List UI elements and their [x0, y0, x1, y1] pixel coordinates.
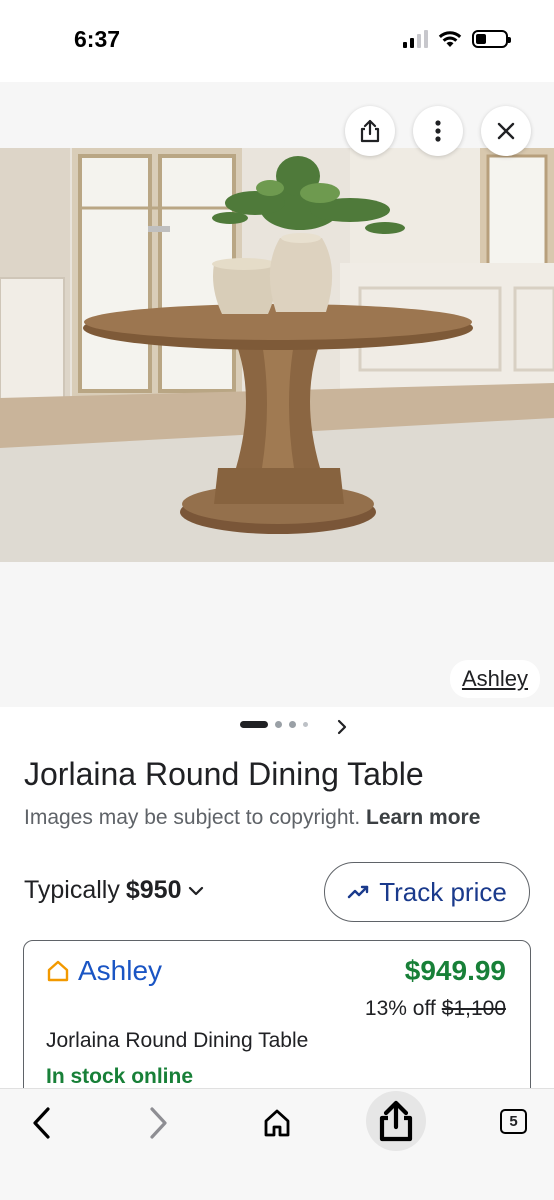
cellular-signal-icon [403, 30, 428, 48]
status-bar: 6:37 [0, 0, 554, 82]
merchant-name[interactable]: Ashley [46, 955, 162, 987]
image-viewer: Ashley [0, 82, 554, 707]
typical-price-prefix: Typically [24, 876, 120, 904]
home-button[interactable] [260, 1103, 294, 1143]
share-page-button[interactable] [366, 1091, 426, 1151]
typical-price-dropdown[interactable]: Typically $950 [24, 876, 204, 905]
share-button[interactable] [345, 106, 395, 156]
copyright-notice: Images may be subject to copyright. Lear… [24, 806, 480, 830]
carousel-dot[interactable] [275, 721, 282, 728]
carousel-dot[interactable] [289, 721, 296, 728]
track-price-button[interactable]: Track price [324, 862, 530, 922]
discount-percent: 13% off [364, 997, 436, 1020]
back-button[interactable] [24, 1103, 58, 1143]
chevron-right-icon[interactable] [335, 718, 349, 736]
share-icon [360, 119, 380, 143]
carousel-dot-active[interactable] [240, 721, 268, 728]
carousel-indicator [240, 721, 308, 728]
forward-button[interactable] [142, 1103, 176, 1143]
close-button[interactable] [481, 106, 531, 156]
status-time: 6:37 [74, 26, 121, 52]
image-source-link[interactable]: Ashley [449, 660, 540, 698]
tabs-icon: 5 [500, 1109, 527, 1134]
trending-icon [347, 885, 369, 899]
copyright-text: Images may be subject to copyright. [24, 806, 361, 829]
offer-product-name: Jorlaina Round Dining Table [46, 1029, 309, 1052]
stock-status: In stock online [46, 1065, 194, 1088]
share-icon [379, 1100, 413, 1142]
back-icon [33, 1107, 50, 1139]
offer-price: $949.99 [404, 955, 506, 986]
wifi-icon [438, 31, 462, 47]
home-icon [264, 1109, 290, 1137]
more-options-button[interactable] [413, 106, 463, 156]
original-price: $1,100 [441, 997, 506, 1020]
browser-toolbar: 5 [0, 1088, 554, 1200]
more-vert-icon [435, 120, 441, 142]
tabs-button[interactable]: 5 [500, 1109, 527, 1134]
product-title: Jorlaina Round Dining Table [24, 756, 424, 792]
track-price-label: Track price [379, 876, 507, 907]
close-icon [497, 122, 515, 140]
typical-price-value: $950 [125, 876, 182, 904]
offer-discount: 13% off $1,100 [365, 997, 506, 1021]
chevron-down-icon [188, 886, 203, 895]
forward-icon [150, 1107, 167, 1139]
product-photo[interactable] [0, 148, 554, 562]
status-icons [403, 30, 511, 48]
learn-more-link[interactable]: Learn more [366, 806, 480, 829]
home-store-icon [47, 960, 69, 982]
battery-icon [472, 30, 511, 48]
merchant-label: Ashley [78, 955, 163, 986]
offer-card[interactable]: Ashley $949.99 13% off $1,100 Jorlaina R… [23, 940, 531, 1100]
carousel-dot[interactable] [303, 722, 308, 727]
